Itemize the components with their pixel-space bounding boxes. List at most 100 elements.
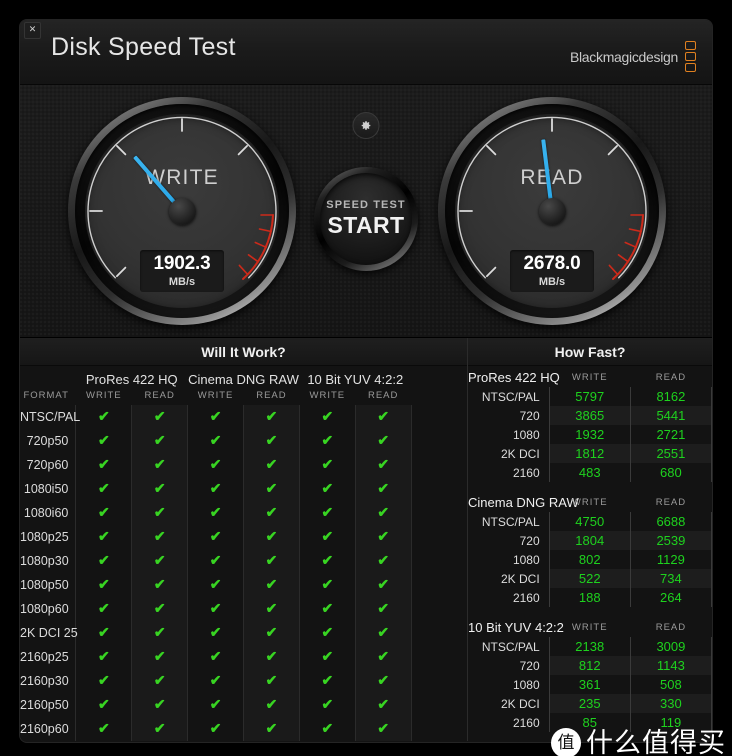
table-row: 2160p60 ✔ ✔ ✔ ✔ ✔ ✔: [20, 717, 467, 741]
subhead-dng-write: WRITE: [197, 390, 234, 401]
speed-col-read-header: READ: [655, 497, 687, 508]
will-it-work-thead: ProRes 422 HQ Cinema DNG RAW 10 Bit YUV …: [20, 366, 467, 405]
write-gauge-hub: [168, 197, 196, 225]
compat-cell: ✔: [298, 477, 356, 501]
compat-cell: ✔: [243, 717, 300, 741]
compat-cell: ✔: [187, 501, 244, 525]
table-row: 1080p25 ✔ ✔ ✔ ✔ ✔ ✔: [20, 525, 467, 549]
table-row: 720p60 ✔ ✔ ✔ ✔ ✔ ✔: [20, 453, 467, 477]
check-icon: ✔: [265, 528, 278, 544]
check-icon: ✔: [321, 528, 334, 544]
compat-cell: ✔: [75, 645, 132, 669]
write-readout: 1902.3 MB/s: [140, 250, 224, 292]
compat-cell: ✔: [298, 693, 356, 717]
read-gauge-hub: [538, 197, 566, 225]
compat-cell: ✔: [187, 669, 244, 693]
check-icon: ✔: [377, 528, 390, 544]
speed-group-header-row: Cinema DNG RAW WRITE READ: [468, 493, 712, 512]
group-header-spacer: [20, 366, 76, 387]
check-icon: ✔: [377, 504, 390, 520]
check-icon: ✔: [265, 408, 278, 424]
compat-cell: ✔: [354, 693, 412, 717]
compat-cell: ✔: [298, 717, 356, 741]
row-endcap: [410, 693, 467, 717]
format-row-label: 2160p60: [20, 722, 69, 736]
check-icon: ✔: [321, 624, 334, 640]
speed-row: 720 1804 2539: [468, 531, 712, 550]
check-icon: ✔: [153, 576, 166, 592]
blackmagic-logo: Blackmagicdesign: [570, 41, 696, 72]
check-icon: ✔: [321, 504, 334, 520]
check-icon: ✔: [209, 480, 222, 496]
check-icon: ✔: [377, 432, 390, 448]
format-row-label: 2160p50: [20, 698, 69, 712]
speed-write-value: 361: [548, 675, 631, 694]
compat-cell: ✔: [243, 453, 300, 477]
check-icon: ✔: [153, 552, 166, 568]
check-icon: ✔: [153, 648, 166, 664]
speed-group-header-row: 10 Bit YUV 4:2:2 WRITE READ: [468, 618, 712, 637]
speed-row-label: 2K DCI: [500, 571, 540, 586]
speed-group-label: Cinema DNG RAW: [468, 495, 579, 510]
compat-cell: ✔: [75, 549, 132, 573]
format-row-label: 2160p25: [20, 650, 69, 664]
compat-cell: ✔: [354, 405, 412, 429]
read-unit: MB/s: [538, 276, 566, 288]
row-endcap: [410, 645, 467, 669]
check-icon: ✔: [321, 672, 334, 688]
speed-write-value: 5797: [548, 387, 631, 406]
compat-cell: ✔: [298, 501, 356, 525]
check-icon: ✔: [153, 600, 166, 616]
settings-button[interactable]: [352, 112, 380, 139]
close-icon[interactable]: ✕: [24, 22, 41, 39]
compat-cell: ✔: [75, 501, 132, 525]
speed-read-value: 3009: [629, 637, 712, 656]
speed-group-label: 10 Bit YUV 4:2:2: [468, 620, 564, 635]
check-icon: ✔: [209, 408, 222, 424]
start-button-label: START: [327, 212, 405, 238]
read-gauge: READ 2678.0 MB/s: [438, 97, 666, 325]
compat-cell: ✔: [75, 597, 132, 621]
compat-cell: ✔: [75, 453, 132, 477]
write-gauge: WRITE 1902.3 MB/s: [68, 97, 296, 325]
compat-cell: ✔: [243, 645, 300, 669]
check-icon: ✔: [97, 648, 110, 664]
speed-row-label: 2160: [512, 715, 540, 730]
check-icon: ✔: [321, 408, 334, 424]
check-icon: ✔: [265, 456, 278, 472]
check-icon: ✔: [321, 648, 334, 664]
speed-row-label: 720: [519, 408, 540, 423]
compat-cell: ✔: [75, 693, 132, 717]
compat-cell: ✔: [354, 669, 412, 693]
read-readout: 2678.0 MB/s: [510, 250, 594, 292]
check-icon: ✔: [377, 408, 390, 424]
row-endcap: [410, 549, 467, 573]
compat-cell: ✔: [243, 525, 300, 549]
compat-cell: ✔: [243, 573, 300, 597]
format-row-label: 2K DCI 25: [20, 626, 78, 640]
check-icon: ✔: [97, 552, 110, 568]
table-row: 720p50 ✔ ✔ ✔ ✔ ✔ ✔: [20, 429, 467, 453]
check-icon: ✔: [209, 600, 222, 616]
format-row-label: 1080p25: [20, 530, 69, 544]
read-gauge-face: READ 2678.0 MB/s: [455, 114, 649, 308]
check-icon: ✔: [153, 696, 166, 712]
format-row-label: 2160p30: [20, 674, 69, 688]
speed-test-start-button[interactable]: SPEED TEST START: [314, 167, 418, 271]
speed-row: NTSC/PAL 2138 3009: [468, 637, 712, 656]
compat-cell: ✔: [187, 573, 244, 597]
subhead-yuv-write: WRITE: [309, 390, 346, 401]
speed-row-label: 2160: [512, 465, 540, 480]
compat-cell: ✔: [187, 621, 244, 645]
speed-row: 2K DCI 522 734: [468, 569, 712, 588]
check-icon: ✔: [153, 432, 166, 448]
compat-cell: ✔: [131, 669, 188, 693]
speed-row-label: 1080: [512, 677, 540, 692]
compat-cell: ✔: [187, 693, 244, 717]
compat-cell: ✔: [131, 477, 188, 501]
how-fast-panel: How Fast? ProRes 422 HQ WRITE READ NTSC/PAL…: [468, 338, 712, 741]
compat-cell: ✔: [131, 597, 188, 621]
compat-cell: ✔: [298, 405, 356, 429]
speed-row-label: NTSC/PAL: [481, 639, 540, 654]
speed-read-value: 330: [629, 694, 712, 713]
